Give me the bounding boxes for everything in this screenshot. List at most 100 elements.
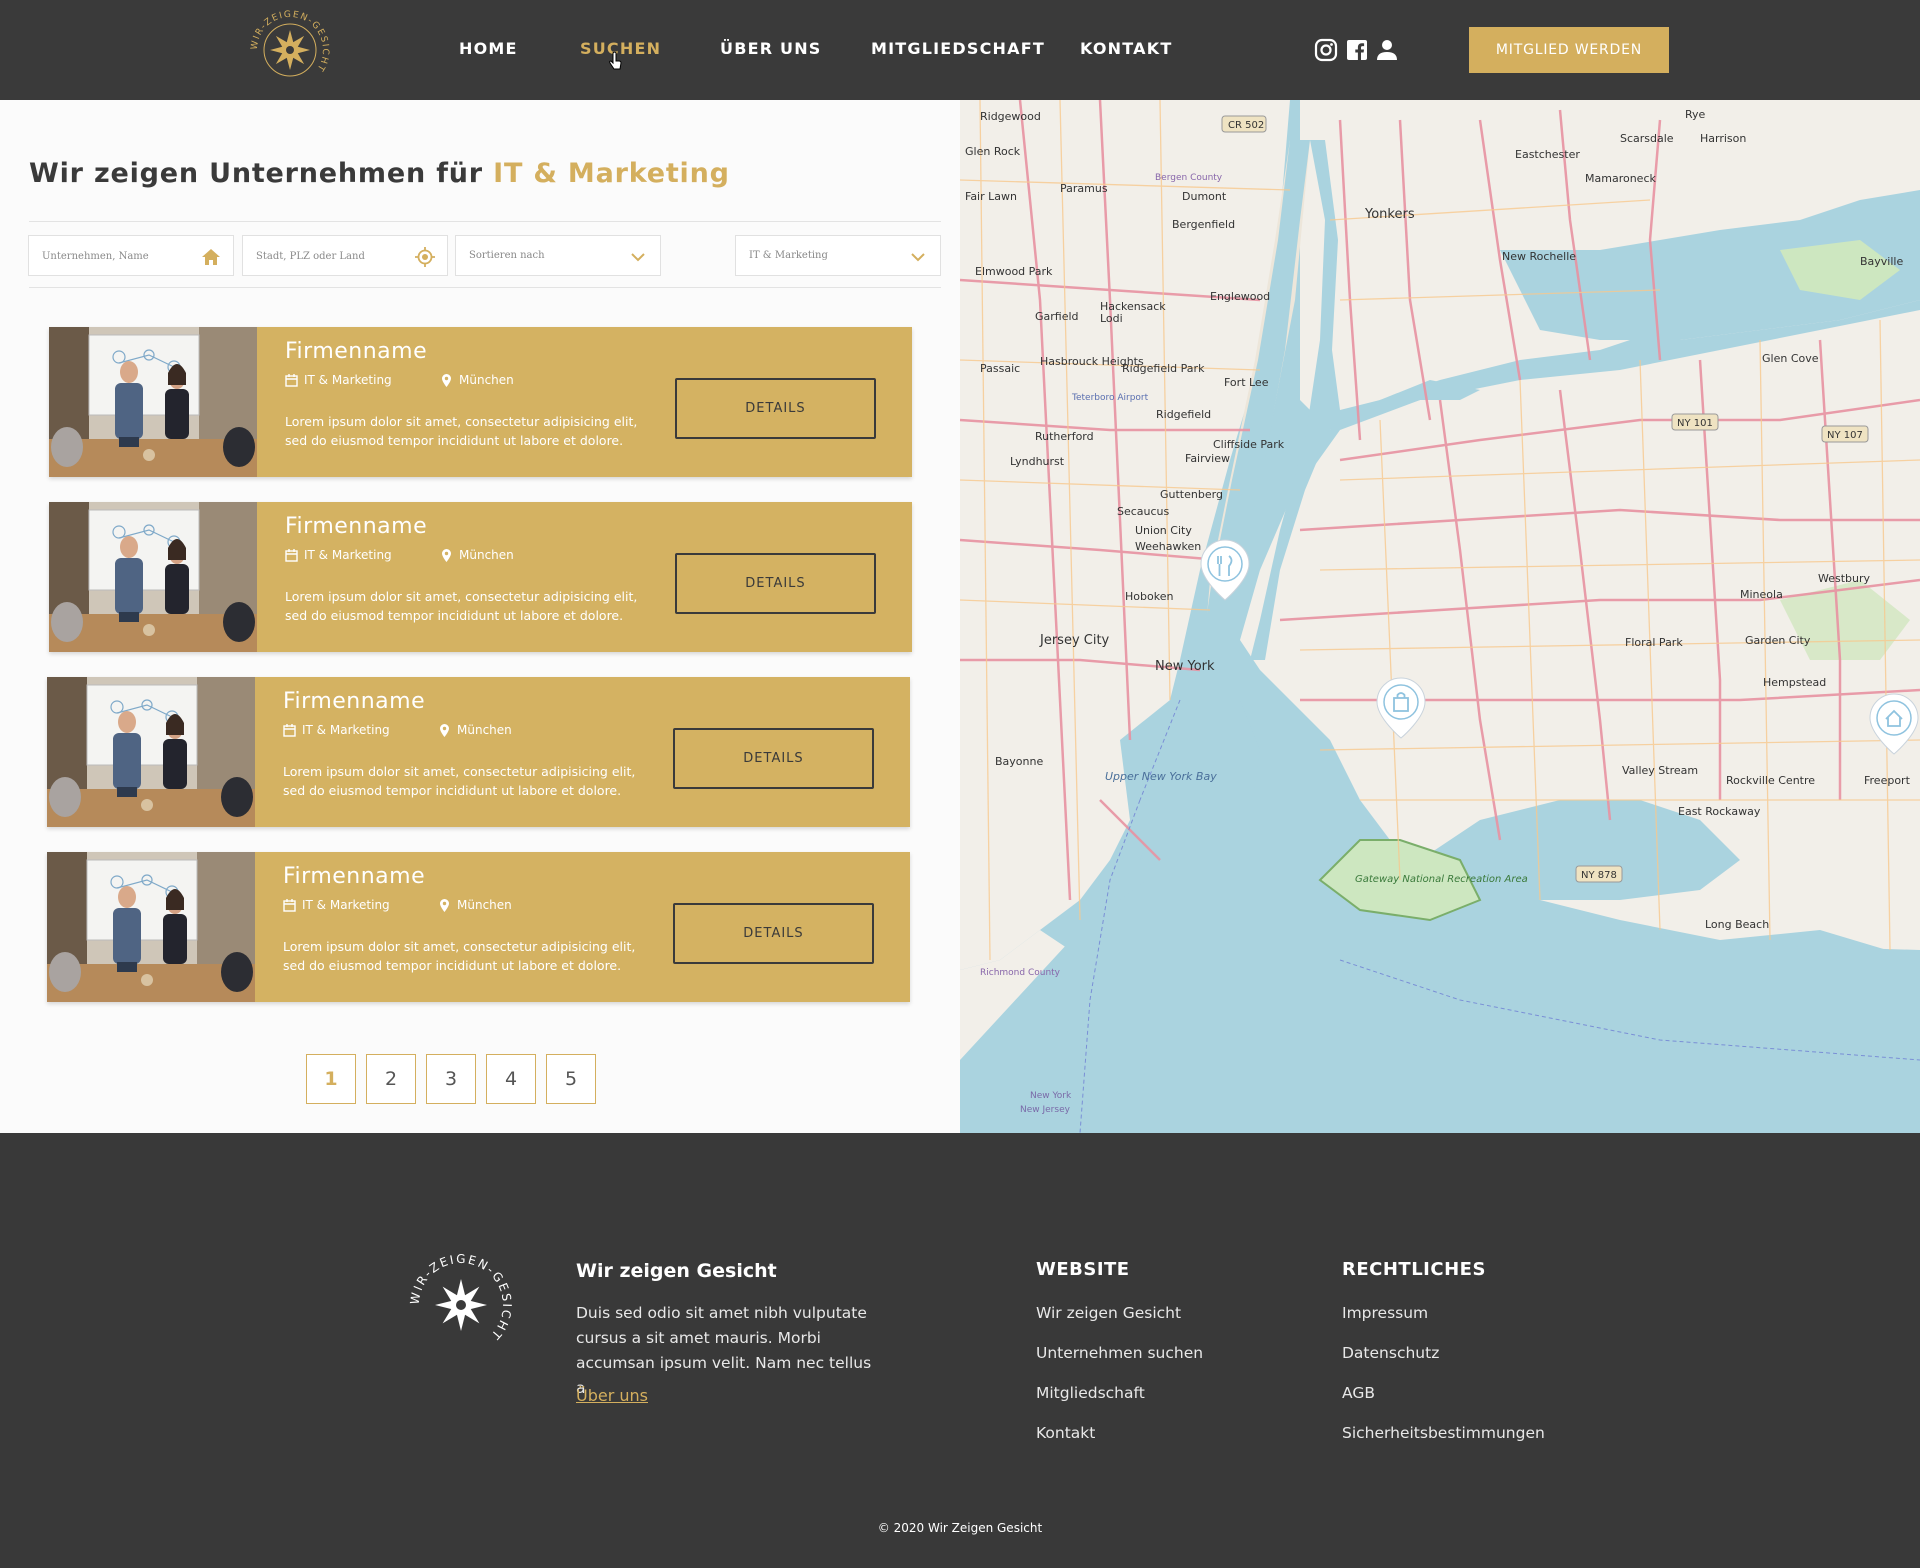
map-label: Dumont: [1182, 190, 1227, 203]
copyright: © 2020 Wir Zeigen Gesicht: [877, 1521, 1043, 1535]
map-label: Harrison: [1700, 132, 1746, 145]
user-icon[interactable]: [1375, 38, 1399, 62]
nav-home[interactable]: HOME: [459, 39, 518, 58]
details-button[interactable]: DETAILS: [673, 728, 874, 789]
map-label: Floral Park: [1625, 636, 1683, 649]
footer-link-contact[interactable]: Kontakt: [1036, 1424, 1203, 1464]
map-label: Freeport: [1864, 774, 1911, 787]
map-pin-icon: [442, 548, 451, 562]
category-select[interactable]: IT & Marketing: [735, 235, 941, 276]
sort-select[interactable]: Sortieren nach: [455, 235, 661, 276]
company-category: IT & Marketing: [285, 548, 392, 562]
calendar-icon: [283, 723, 296, 737]
instagram-icon[interactable]: [1314, 38, 1338, 62]
company-photo: [49, 327, 257, 477]
search-panel: Wir zeigen Unternehmen für IT & Marketin…: [0, 100, 960, 1133]
city-text: München: [457, 898, 512, 912]
calendar-icon: [283, 898, 296, 912]
company-search-field[interactable]: [28, 235, 234, 276]
brand-logo[interactable]: WIR-ZEIGEN-GESICHT: [248, 8, 332, 92]
map-label: Bergenfield: [1172, 218, 1235, 231]
location-search-field[interactable]: [242, 235, 448, 276]
page-4-button[interactable]: 4: [486, 1054, 536, 1104]
nav-kontakt[interactable]: KONTAKT: [1080, 39, 1172, 58]
map-label: Garden City: [1745, 634, 1811, 647]
company-category: IT & Marketing: [283, 898, 390, 912]
footer-link-datenschutz[interactable]: Datenschutz: [1342, 1344, 1545, 1384]
map-label: Englewood: [1210, 290, 1270, 303]
map-label: Yonkers: [1364, 207, 1415, 222]
footer-link-home[interactable]: Wir zeigen Gesicht: [1036, 1304, 1203, 1344]
company-city: München: [440, 373, 514, 387]
result-card[interactable]: Firmenname IT & Marketing München Lorem …: [49, 502, 912, 652]
map-label: New Rochelle: [1502, 250, 1576, 263]
results-map[interactable]: Ridgewood Glen Rock Paramus Dumont Berge…: [960, 100, 1920, 1133]
map-label: Scarsdale: [1620, 132, 1674, 145]
page-5-button[interactable]: 5: [546, 1054, 596, 1104]
city-text: München: [457, 723, 512, 737]
map-label: Bayonne: [995, 755, 1043, 768]
route-badge-label: NY 878: [1581, 870, 1617, 881]
details-button[interactable]: DETAILS: [675, 553, 876, 614]
map-pin-icon: [440, 723, 449, 737]
location-search-input[interactable]: [256, 246, 406, 266]
company-city: München: [438, 723, 512, 737]
category-text: IT & Marketing: [302, 898, 390, 912]
map-label: Cliffside Park: [1213, 438, 1285, 451]
map-pin-icon: [440, 898, 449, 912]
map-label: Fairview: [1185, 452, 1230, 465]
map-label: Bergen County: [1155, 173, 1223, 183]
about-link[interactable]: Über uns: [576, 1386, 648, 1405]
result-card[interactable]: Firmenname IT & Marketing München Lorem …: [47, 677, 910, 827]
page-title-prefix: Wir zeigen Unternehmen für: [29, 158, 494, 189]
location-target-icon[interactable]: [415, 247, 435, 267]
facebook-icon[interactable]: [1345, 38, 1369, 62]
map-label: Passaic: [980, 362, 1020, 375]
chevron-down-icon: [631, 253, 645, 262]
result-card[interactable]: Firmenname IT & Marketing München Lorem …: [47, 852, 910, 1002]
footer-link-search[interactable]: Unternehmen suchen: [1036, 1344, 1203, 1384]
map-label: Rye: [1685, 108, 1706, 121]
page-1-button[interactable]: 1: [306, 1054, 356, 1104]
footer-link-agb[interactable]: AGB: [1342, 1384, 1545, 1424]
route-badge-label: NY 107: [1827, 430, 1863, 441]
map-canvas[interactable]: Ridgewood Glen Rock Paramus Dumont Berge…: [960, 100, 1920, 1133]
map-label: Hasbrouck Heights: [1040, 355, 1144, 368]
pagination: 1 2 3 4 5: [306, 1054, 596, 1104]
footer-link-security[interactable]: Sicherheitsbestimmungen: [1342, 1424, 1545, 1464]
details-button[interactable]: DETAILS: [675, 378, 876, 439]
page-title-category: IT & Marketing: [493, 158, 730, 189]
footer-legal-links: Impressum Datenschutz AGB Sicherheitsbes…: [1342, 1304, 1545, 1464]
company-city: München: [440, 548, 514, 562]
map-label: Westbury: [1818, 572, 1871, 585]
company-category: IT & Marketing: [285, 373, 392, 387]
page-3-button[interactable]: 3: [426, 1054, 476, 1104]
company-search-input[interactable]: [42, 246, 192, 266]
page-2-button[interactable]: 2: [366, 1054, 416, 1104]
company-photo: [47, 852, 255, 1002]
footer-legal-heading: RECHTLICHES: [1342, 1259, 1486, 1280]
map-label: Hoboken: [1125, 590, 1173, 603]
nav-ueber-uns[interactable]: ÜBER UNS: [720, 39, 822, 58]
details-button[interactable]: DETAILS: [673, 903, 874, 964]
company-name: Firmenname: [285, 339, 428, 364]
map-label: Teterboro Airport: [1071, 393, 1149, 403]
map-label: Glen Cove: [1762, 352, 1819, 365]
site-header: WIR-ZEIGEN-GESICHT HOME SUCHEN ÜBER UNS …: [0, 0, 1920, 100]
category-text: IT & Marketing: [302, 723, 390, 737]
map-label: Paramus: [1060, 182, 1108, 195]
restaurant-marker-icon[interactable]: [1200, 539, 1250, 601]
footer-brand-logo[interactable]: WIR-ZEIGEN-GESICHT: [409, 1253, 513, 1357]
nav-mitgliedschaft[interactable]: MITGLIEDSCHAFT: [871, 39, 1045, 58]
result-card[interactable]: Firmenname IT & Marketing München Lorem …: [49, 327, 912, 477]
company-photo: [47, 677, 255, 827]
footer-link-membership[interactable]: Mitgliedschaft: [1036, 1384, 1203, 1424]
become-member-button[interactable]: MITGLIED WERDEN: [1469, 27, 1669, 73]
map-label: Garfield: [1035, 310, 1079, 323]
footer-link-impressum[interactable]: Impressum: [1342, 1304, 1545, 1344]
map-label: Bayville: [1860, 255, 1903, 268]
site-footer: WIR-ZEIGEN-GESICHT Wir zeigen Gesicht Du…: [0, 1133, 1920, 1568]
map-label: Valley Stream: [1622, 764, 1698, 777]
map-label: Upper New York Bay: [1105, 770, 1217, 783]
map-label: Ridgewood: [980, 110, 1041, 123]
